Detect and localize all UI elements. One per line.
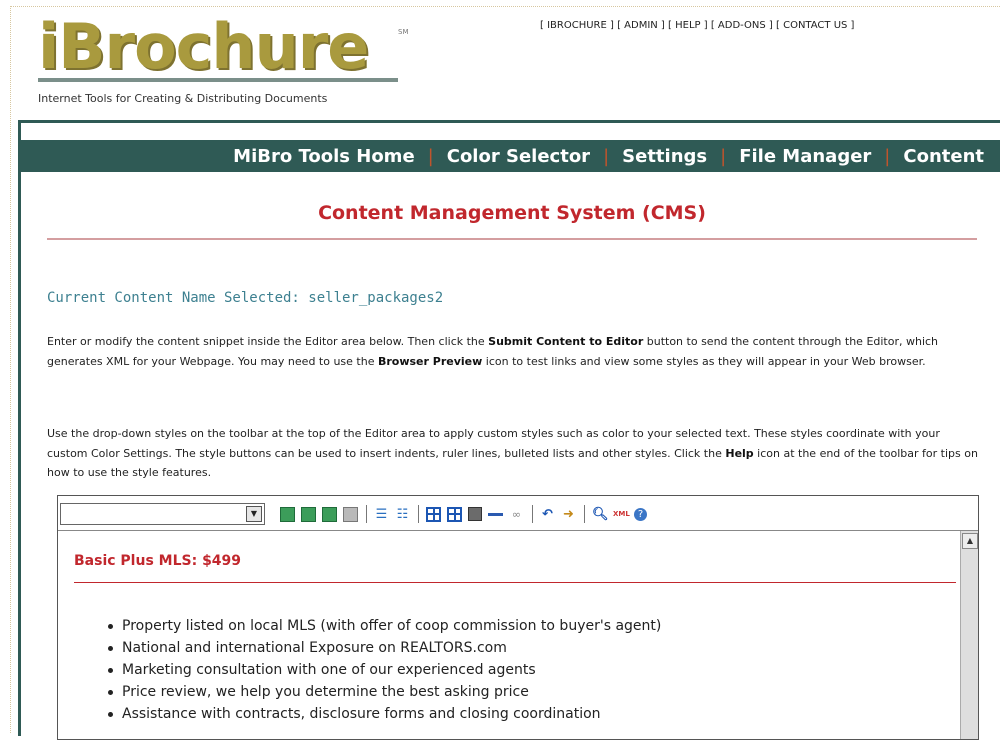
toolbar-separator: [532, 505, 533, 523]
undo-icon[interactable]: ↶: [540, 507, 555, 522]
top-link-add-ons[interactable]: [ ADD-ONS ]: [711, 20, 773, 31]
list-item: Marketing consultation with one of our e…: [106, 659, 661, 681]
align-center-icon[interactable]: [301, 506, 316, 522]
list-item: National and international Exposure on R…: [106, 637, 661, 659]
instructions-paragraph-1: Enter or modify the content snippet insi…: [47, 335, 939, 368]
top-link-contact-us[interactable]: [ CONTACT US ]: [776, 20, 854, 31]
indent-icon[interactable]: [343, 506, 358, 522]
browser-preview-ref: Browser Preview: [377, 354, 483, 368]
top-links: [ IBROCHURE ] [ ADMIN ] [ HELP ] [ ADD-O…: [540, 20, 854, 31]
top-link-ibrochure[interactable]: [ IBROCHURE ]: [540, 20, 614, 31]
scroll-up-icon[interactable]: ▲: [962, 533, 978, 549]
package-feature-list: Property listed on local MLS (with offer…: [106, 615, 661, 725]
list-item: Price review, we help you determine the …: [106, 681, 661, 703]
main-frame: MiBro Tools Home | Color Selector | Sett…: [18, 120, 1000, 740]
horizontal-rule-icon[interactable]: [488, 512, 503, 516]
toolbar-separator: [584, 505, 585, 523]
nav-mibro-tools-home[interactable]: MiBro Tools Home: [233, 146, 414, 167]
main-nav: MiBro Tools Home | Color Selector | Sett…: [21, 140, 1000, 172]
top-link-admin[interactable]: [ ADMIN ]: [617, 20, 665, 31]
nav-separator: |: [427, 145, 434, 167]
nav-content[interactable]: Content: [903, 146, 984, 167]
xml-icon[interactable]: XML: [613, 507, 630, 522]
chevron-down-icon[interactable]: ▼: [246, 506, 262, 522]
style-dropdown[interactable]: ▼: [60, 503, 265, 525]
help-ref: Help: [725, 446, 754, 460]
logo-trademark: SM: [398, 28, 409, 36]
current-content-name: Current Content Name Selected: seller_pa…: [47, 290, 444, 306]
editor-scrollbar[interactable]: ▲: [960, 531, 978, 739]
title-divider: [47, 238, 977, 240]
bulleted-list-icon[interactable]: ☷: [395, 507, 410, 522]
help-icon[interactable]: ?: [634, 507, 647, 521]
browser-preview-icon[interactable]: 🔍︎: [592, 507, 609, 522]
logo-wordmark: iBrochure: [38, 10, 369, 83]
page-title: Content Management System (CMS): [318, 202, 706, 224]
list-item: Property listed on local MLS (with offer…: [106, 615, 661, 637]
editor-toolbar: ▼ ☰ ☷ ∞ ↶ ➜ 🔍︎ XML ?: [58, 496, 978, 531]
nav-file-manager[interactable]: File Manager: [739, 146, 871, 167]
content-editor: ▼ ☰ ☷ ∞ ↶ ➜ 🔍︎ XML ? Basic Plus MLS: $49…: [57, 495, 979, 740]
align-right-icon[interactable]: [322, 506, 337, 522]
package-heading: Basic Plus MLS: $499: [74, 553, 242, 569]
logo-rule: [38, 78, 398, 82]
nav-separator: |: [884, 145, 891, 167]
top-link-help[interactable]: [ HELP ]: [668, 20, 708, 31]
image-icon[interactable]: [468, 507, 482, 521]
editor-content-area[interactable]: Basic Plus MLS: $499 Property listed on …: [58, 531, 960, 739]
align-left-icon[interactable]: [280, 506, 295, 522]
ordered-list-icon[interactable]: ☰: [374, 507, 389, 522]
list-item: Assistance with contracts, disclosure fo…: [106, 703, 661, 725]
package-divider: [74, 582, 956, 583]
logo[interactable]: iBrochure SM Internet Tools for Creating…: [38, 10, 408, 105]
logo-tagline: Internet Tools for Creating & Distributi…: [38, 92, 328, 105]
link-icon[interactable]: ∞: [509, 507, 524, 522]
toolbar-separator: [418, 505, 419, 523]
nav-settings[interactable]: Settings: [622, 146, 707, 167]
instructions-paragraph-2: Use the drop-down styles on the toolbar …: [47, 427, 978, 479]
redo-icon[interactable]: ➜: [561, 507, 576, 522]
nav-color-selector[interactable]: Color Selector: [447, 146, 590, 167]
submit-content-ref: Submit Content to Editor: [488, 335, 644, 348]
toolbar-separator: [366, 505, 367, 523]
table-icon[interactable]: [426, 506, 441, 522]
nav-separator: |: [720, 145, 727, 167]
page-border-top: [10, 6, 1000, 7]
table-grid-icon[interactable]: [447, 506, 462, 522]
nav-separator: |: [603, 145, 610, 167]
page-border-left: [10, 6, 11, 733]
